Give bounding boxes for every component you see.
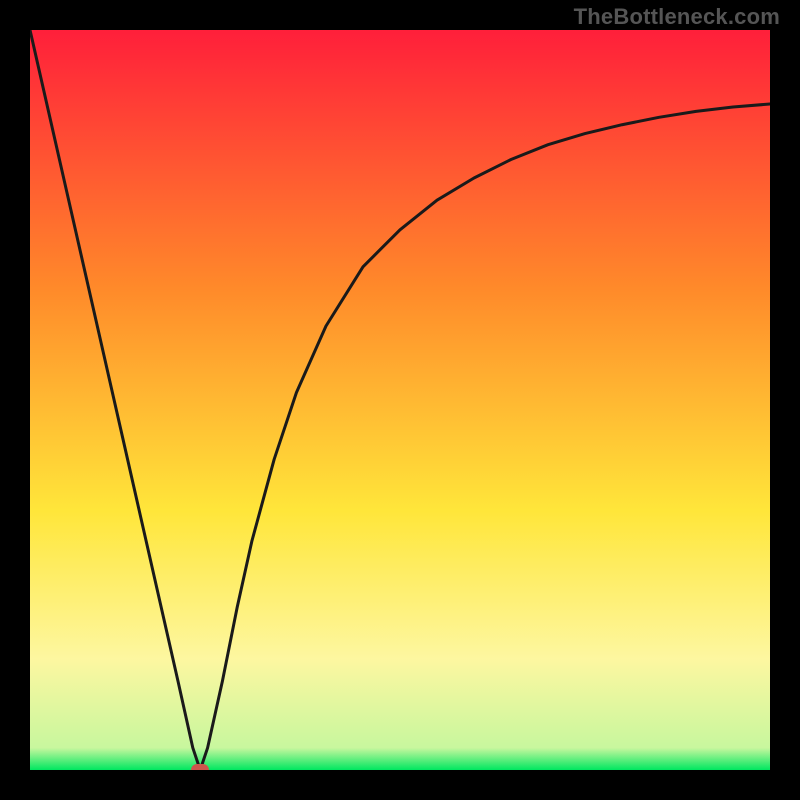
plot-svg xyxy=(30,30,770,770)
minimum-marker xyxy=(191,764,209,770)
gradient-background xyxy=(30,30,770,770)
plot-area xyxy=(30,30,770,770)
watermark-text: TheBottleneck.com xyxy=(574,4,780,30)
chart-frame: TheBottleneck.com xyxy=(0,0,800,800)
